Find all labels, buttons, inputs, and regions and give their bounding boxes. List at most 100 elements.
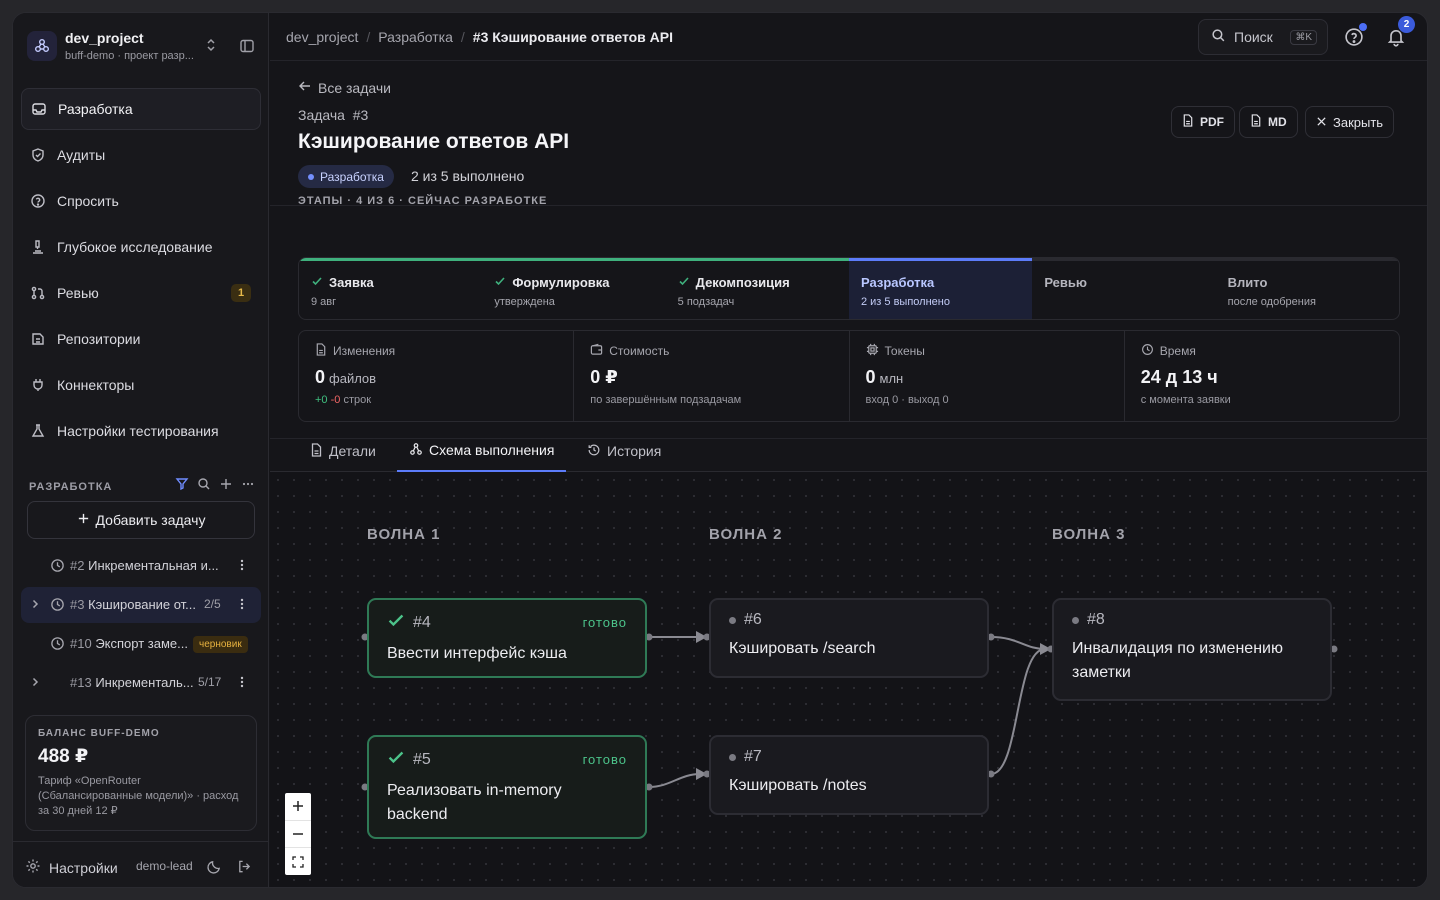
task-item[interactable]: #2 Инкрементальная и...	[21, 548, 261, 584]
task-progress: 2/5	[204, 597, 221, 611]
node-title: Инвалидация по изменению заметки	[1072, 640, 1283, 681]
stage-development: Разработка 2 из 5 выполнено	[848, 258, 1033, 319]
add-task-label: Добавить задачу	[95, 512, 206, 528]
stage-request: Заявка 9 авг	[299, 258, 483, 319]
nav-item-ask[interactable]: Спросить	[21, 180, 261, 222]
more-horizontal-icon[interactable]	[241, 477, 255, 496]
tab-label: Детали	[329, 443, 376, 459]
stage-chip: Разработка	[298, 165, 394, 188]
inbox-icon	[30, 100, 48, 118]
zoom-out-button[interactable]	[285, 821, 311, 849]
project-logo-icon	[27, 31, 57, 61]
stage-sub: после одобрения	[1227, 296, 1316, 308]
tab-details[interactable]: Детали	[298, 430, 388, 472]
stage-dot	[308, 173, 314, 180]
execution-graph-canvas[interactable]: ВОЛНА 1 ВОЛНА 2 ВОЛНА 3 #4 Ввести интерф…	[270, 472, 1427, 887]
project-subtitle: buff-demo · проект разр...	[65, 50, 194, 62]
task-item[interactable]: #10 Экспорт заме... черновик	[21, 626, 261, 662]
moon-icon[interactable]	[207, 859, 222, 879]
task-header: Все задачи Задача #3 Кэширование ответов…	[270, 62, 1427, 206]
file-icon	[1182, 114, 1194, 130]
nav-item-review[interactable]: Ревью 1	[21, 272, 261, 314]
more-vertical-icon[interactable]	[235, 675, 249, 692]
stage-title: Декомпозиция	[695, 275, 790, 290]
logout-icon[interactable]	[237, 859, 252, 879]
tab-execution-graph[interactable]: Схема выполнения	[397, 430, 567, 472]
plug-icon	[29, 376, 47, 394]
fit-view-button[interactable]	[285, 848, 311, 875]
graph-icon	[409, 442, 423, 459]
graph-node-5[interactable]: #5 Реализовать in-memory backend готово	[367, 735, 647, 839]
settings-button[interactable]: Настройки	[25, 858, 118, 877]
settings-label: Настройки	[49, 859, 118, 876]
export-md-button[interactable]: MD	[1239, 106, 1298, 138]
wallet-icon	[590, 343, 603, 359]
plus-icon[interactable]	[219, 477, 233, 496]
nav-item-development[interactable]: Разработка	[21, 88, 261, 130]
search-label: Поиск	[1234, 29, 1273, 45]
gear-icon	[25, 858, 41, 877]
add-task-button[interactable]: Добавить задачу	[27, 501, 255, 539]
main-nav: Разработка Аудиты Спросить Глубокое иссл…	[21, 88, 261, 456]
nav-label: Спросить	[57, 193, 119, 209]
metric-sub: с момента заявки	[1140, 394, 1231, 406]
lines-removed: -0	[330, 394, 341, 406]
nav-item-test-settings[interactable]: Настройки тестирования	[21, 410, 261, 452]
task-title: #3 Кэширование от...	[70, 597, 197, 612]
more-vertical-icon[interactable]	[235, 597, 249, 614]
chevron-right-icon[interactable]	[29, 676, 41, 691]
metric-value: 0 ₽	[590, 367, 618, 387]
export-pdf-button[interactable]: PDF	[1171, 106, 1235, 138]
search-icon[interactable]	[197, 477, 211, 496]
stages-section: ЭТАПЫ · 4 ИЗ 6 · СЕЙЧАС РАЗРАБОТКЕ Заявк…	[270, 195, 1427, 439]
search-button[interactable]: Поиск ⌘K	[1198, 19, 1328, 55]
sidebar-collapse-icon[interactable]	[239, 38, 255, 59]
nav-item-deep-research[interactable]: Глубокое исследование	[21, 226, 261, 268]
stage-sub: 9 авг	[311, 296, 337, 308]
chevron-right-icon[interactable]	[29, 598, 41, 613]
zoom-controls	[285, 793, 311, 875]
stage-title: Формулировка	[512, 275, 610, 290]
balance-title: БАЛАНС BUFF-DEMO	[38, 728, 160, 739]
filter-icon[interactable]	[175, 477, 189, 496]
stage-title: Ревью	[1044, 275, 1087, 290]
graph-node-8[interactable]: #8 Инвалидация по изменению заметки	[1052, 598, 1332, 701]
graph-node-4[interactable]: #4 Ввести интерфейс кэша готово	[367, 598, 647, 678]
node-state-dot	[729, 616, 736, 624]
nav-label: Аудиты	[57, 147, 106, 163]
node-id: #5	[413, 750, 431, 768]
zoom-in-button[interactable]	[285, 793, 311, 821]
close-button[interactable]: Закрыть	[1305, 106, 1395, 138]
file-icon	[1250, 114, 1262, 130]
nav-item-audits[interactable]: Аудиты	[21, 134, 261, 176]
more-vertical-icon[interactable]	[235, 558, 249, 575]
task-number-label: Задача #3	[298, 107, 369, 123]
task-item-active[interactable]: #3 Кэширование от... 2/5	[21, 587, 261, 623]
tab-history[interactable]: История	[575, 430, 673, 472]
nav-label: Глубокое исследование	[57, 239, 213, 255]
breadcrumb-separator: /	[366, 29, 371, 45]
file-icon	[310, 442, 323, 460]
check-icon	[387, 748, 405, 771]
graph-node-6[interactable]: #6 Кэшировать /search	[709, 598, 989, 678]
back-link[interactable]: Все задачи	[298, 79, 391, 96]
nav-item-repositories[interactable]: Репозитории	[21, 318, 261, 360]
nav-label: Разработка	[58, 101, 133, 117]
clock-icon	[50, 597, 65, 615]
graph-node-7[interactable]: #7 Кэшировать /notes	[709, 735, 989, 815]
stage-title: Разработка	[860, 275, 935, 290]
edge-6-8	[990, 636, 1046, 650]
node-title: Кэшировать /notes	[729, 777, 867, 794]
breadcrumb-project[interactable]: dev_project	[286, 29, 358, 45]
search-icon	[1211, 28, 1226, 46]
project-switcher[interactable]: dev_project buff-demo · проект разр...	[27, 29, 257, 65]
metrics-panel: Изменения 0 файлов +0 -0 строк Стоимость …	[298, 330, 1400, 422]
metric-label: Изменения	[333, 344, 396, 358]
nav-item-connectors[interactable]: Коннекторы	[21, 364, 261, 406]
metric-label: Токены	[884, 344, 925, 358]
task-item[interactable]: #13 Инкременталь... 5/17	[21, 665, 261, 701]
chevron-updown-icon[interactable]	[205, 37, 217, 58]
check-icon	[494, 275, 506, 290]
task-title: #2 Инкрементальная и...	[70, 558, 219, 573]
breadcrumb-section[interactable]: Разработка	[378, 29, 453, 45]
